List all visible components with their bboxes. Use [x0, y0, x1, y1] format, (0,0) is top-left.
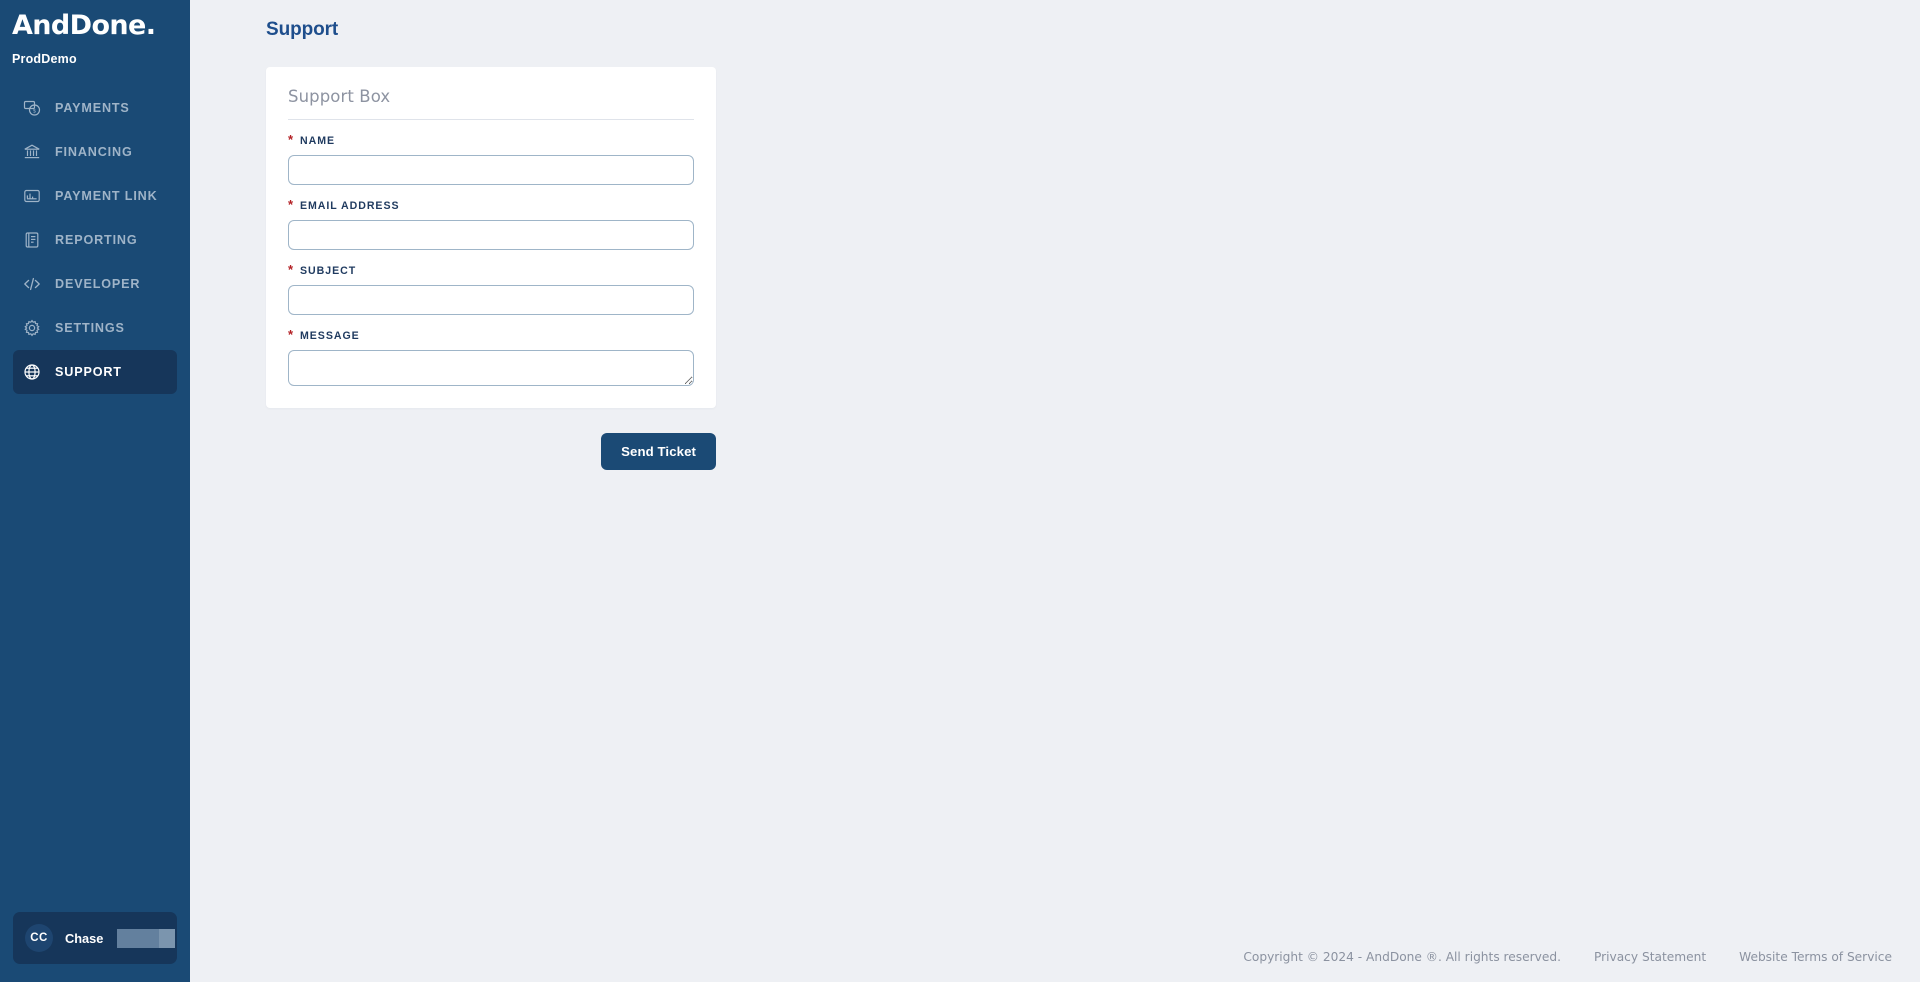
- required-asterisk: *: [288, 327, 295, 342]
- field-subject: * SUBJECT: [288, 262, 694, 315]
- field-label-text: MESSAGE: [300, 330, 360, 342]
- website-terms-link[interactable]: Website Terms of Service: [1739, 950, 1892, 964]
- name-input[interactable]: [288, 155, 694, 185]
- sidebar-item-label: REPORTING: [55, 233, 138, 247]
- main-content: Support Support Box * NAME * EMAIL ADDRE…: [190, 0, 1920, 982]
- sidebar-item-label: FINANCING: [55, 145, 133, 159]
- organization-name: ProdDemo: [12, 52, 77, 66]
- profile-name: Chase: [65, 930, 104, 946]
- field-label-text: NAME: [300, 135, 336, 147]
- sidebar-item-label: PAYMENT LINK: [55, 189, 158, 203]
- gear-icon: [23, 319, 41, 337]
- privacy-statement-link[interactable]: Privacy Statement: [1594, 950, 1706, 964]
- send-ticket-button[interactable]: Send Ticket: [601, 433, 716, 470]
- message-textarea[interactable]: [288, 350, 694, 386]
- required-asterisk: *: [288, 197, 295, 212]
- sidebar-item-settings[interactable]: SETTINGS: [13, 306, 177, 350]
- sidebar-item-label: SETTINGS: [55, 321, 125, 335]
- card-title: Support Box: [288, 87, 694, 120]
- field-label: * EMAIL ADDRESS: [288, 197, 694, 213]
- sidebar: AndDone. ProdDemo $ PAYMENTS FINANCING P…: [0, 0, 190, 982]
- sidebar-item-label: SUPPORT: [55, 365, 122, 379]
- payment-link-icon: [23, 187, 41, 205]
- footer-copyright: Copyright © 2024 - AndDone ®. All rights…: [1243, 950, 1561, 964]
- sidebar-item-label: PAYMENTS: [55, 101, 130, 115]
- bank-icon: [23, 143, 41, 161]
- sidebar-item-developer[interactable]: DEVELOPER: [13, 262, 177, 306]
- submit-row: Send Ticket: [266, 433, 716, 470]
- field-label-text: EMAIL ADDRESS: [300, 200, 400, 212]
- report-icon: [23, 231, 41, 249]
- field-label-text: SUBJECT: [300, 265, 357, 277]
- email-address-input[interactable]: [288, 220, 694, 250]
- sidebar-item-label: DEVELOPER: [55, 277, 141, 291]
- field-label: * SUBJECT: [288, 262, 694, 278]
- app-root: AndDone. ProdDemo $ PAYMENTS FINANCING P…: [0, 0, 1920, 982]
- sidebar-nav: $ PAYMENTS FINANCING PAYMENT LINK REPORT…: [0, 86, 190, 394]
- code-icon: [23, 275, 41, 293]
- subject-input[interactable]: [288, 285, 694, 315]
- sidebar-item-reporting[interactable]: REPORTING: [13, 218, 177, 262]
- logo-text: AndDone.: [12, 10, 156, 41]
- required-asterisk: *: [288, 262, 295, 277]
- payments-icon: $: [23, 99, 41, 117]
- globe-icon: [23, 363, 41, 381]
- field-label: * MESSAGE: [288, 327, 694, 343]
- support-box-card: Support Box * NAME * EMAIL ADDRESS * SUB…: [266, 67, 716, 408]
- required-asterisk: *: [288, 132, 295, 147]
- sidebar-item-payment-link[interactable]: PAYMENT LINK: [13, 174, 177, 218]
- redacted-profile-detail: [117, 928, 176, 948]
- footer: Copyright © 2024 - AndDone ®. All rights…: [1243, 950, 1892, 964]
- avatar: CC: [25, 924, 53, 952]
- field-name: * NAME: [288, 132, 694, 185]
- sidebar-item-financing[interactable]: FINANCING: [13, 130, 177, 174]
- field-message: * MESSAGE: [288, 327, 694, 386]
- brand-logo[interactable]: AndDone.: [0, 0, 190, 44]
- field-email-address: * EMAIL ADDRESS: [288, 197, 694, 250]
- field-label: * NAME: [288, 132, 694, 148]
- sidebar-item-support[interactable]: SUPPORT: [13, 350, 177, 394]
- sidebar-item-payments[interactable]: $ PAYMENTS: [13, 86, 177, 130]
- user-profile[interactable]: CC Chase: [13, 912, 177, 964]
- page-title: Support: [266, 19, 339, 40]
- svg-text:$: $: [33, 108, 37, 114]
